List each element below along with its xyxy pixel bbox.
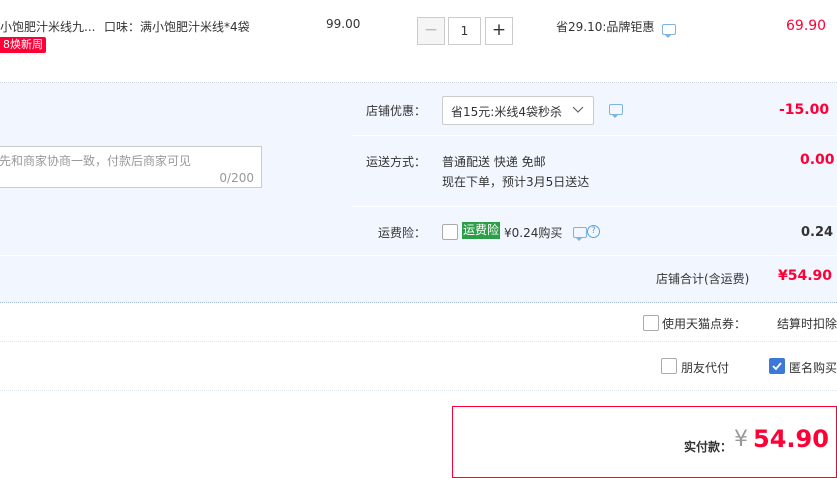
- payment-summary: 实付款： ¥ 54.90: [452, 406, 837, 478]
- product-row: 小饱肥汁米线九... 口味：满小饱肥汁米线*4袋 8焕新周 99.00 − 1 …: [0, 0, 837, 83]
- shipping-label: 运送方式：: [366, 155, 427, 169]
- shop-total-label: 店铺合计(含运费): [656, 272, 750, 286]
- shipping-method: 普通配送 快递 免邮: [442, 155, 546, 169]
- payment-label: 实付款：: [684, 440, 733, 454]
- buyer-memo-field[interactable]: 先和商家协商一致，付款后商家可见 0/200: [0, 146, 262, 188]
- shop-promo-label: 店铺优惠：: [366, 104, 427, 118]
- shipping-eta: 现在下单，预计3月5日送达: [442, 175, 590, 189]
- increase-quantity-button[interactable]: +: [485, 17, 513, 45]
- memo-count: 0/200: [219, 171, 254, 185]
- quantity-input[interactable]: 1: [448, 17, 481, 45]
- divider: [352, 135, 837, 136]
- anonymous-label: 匿名购买: [789, 361, 837, 375]
- anonymous-checkbox[interactable]: [769, 358, 785, 374]
- payment-currency: ¥: [734, 427, 748, 452]
- insurance-checkbox[interactable]: [442, 224, 458, 240]
- message-icon[interactable]: [573, 227, 587, 241]
- decrease-quantity-button[interactable]: −: [417, 17, 445, 45]
- divider: [0, 255, 837, 256]
- divider: [0, 341, 837, 342]
- shop-total-value: ¥54.90: [778, 268, 833, 284]
- insurance-tag: 运费险: [462, 222, 501, 239]
- product-spec: 口味：满小饱肥汁米线*4袋: [104, 20, 250, 34]
- payment-amount: 54.90: [753, 425, 829, 453]
- points-note: 结算时扣除: [777, 317, 837, 331]
- chevron-down-icon: [572, 106, 584, 113]
- product-subtotal: 69.90: [786, 18, 827, 34]
- help-icon[interactable]: ?: [587, 225, 600, 238]
- friend-pay-checkbox[interactable]: [661, 358, 677, 374]
- message-icon[interactable]: [609, 104, 623, 118]
- points-checkbox[interactable]: [643, 315, 659, 331]
- promo-badge: 8焕新周: [0, 37, 46, 53]
- quantity-stepper: − 1 +: [417, 17, 515, 45]
- shop-promo-amount: -15.00: [779, 102, 830, 118]
- insurance-amount: 0.24: [801, 225, 834, 240]
- unit-price: 99.00: [326, 17, 361, 31]
- points-label: 使用天猫点券：: [662, 317, 747, 331]
- shop-promo-select[interactable]: 省15元:米线4袋秒杀: [442, 96, 594, 125]
- check-icon: [772, 362, 782, 371]
- message-icon[interactable]: [662, 24, 676, 38]
- product-title[interactable]: 小饱肥汁米线九...: [0, 18, 95, 35]
- friend-pay-label: 朋友代付: [681, 361, 730, 375]
- divider: [352, 206, 837, 207]
- memo-placeholder: 先和商家协商一致，付款后商家可见: [0, 154, 192, 168]
- shipping-amount: 0.00: [800, 152, 835, 168]
- shop-promo-value: 省15元:米线4袋秒杀: [451, 105, 562, 119]
- insurance-label: 运费险：: [378, 226, 427, 240]
- product-discount: 省29.10:品牌钜惠: [556, 20, 655, 34]
- insurance-price: ¥0.24购买: [504, 226, 563, 240]
- divider: [0, 390, 837, 391]
